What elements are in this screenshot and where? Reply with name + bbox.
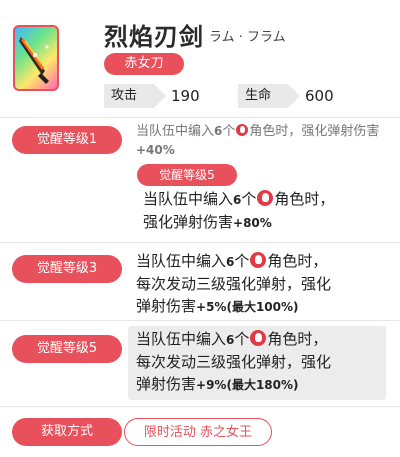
desc-text: 当队伍中编入	[136, 124, 215, 139]
weapon-subtitle: ラム · フラム	[209, 30, 286, 45]
desc-text: 角色时，强化弹射伤害	[249, 124, 380, 139]
desc-text: 角色时，	[267, 252, 328, 270]
flame-sword-icon	[19, 37, 49, 84]
stat-hp-label: 生命	[238, 84, 300, 108]
desc-text: 弹射伤害	[136, 297, 197, 315]
awakening-5-description: 当队伍中编入6个 角色时， 每次发动三级强化弹射，强化 弹射伤害+9%(最大180…	[136, 328, 386, 396]
desc-bonus: +40%	[136, 143, 175, 157]
desc-max: (最大180%)	[226, 378, 299, 392]
awakening-3-description: 当队伍中编入6个 角色时， 每次发动三级强化弹射，强化 弹射伤害+5%(最大100…	[136, 250, 392, 318]
desc-max: (最大100%)	[226, 300, 299, 314]
stat-attack-label: 攻击	[104, 84, 166, 108]
desc-text: 每次发动三级强化弹射，强化	[136, 353, 332, 371]
desc-text: 个	[222, 124, 236, 139]
weapon-name: 烈焰刃剑	[104, 23, 204, 51]
divider	[0, 242, 400, 243]
awakening-level-3-pill[interactable]: 觉醒等级3	[12, 255, 122, 283]
desc-text: 当队伍中编入	[136, 330, 227, 348]
desc-text: 个	[241, 190, 257, 208]
weapon-type-badge: 赤女刀	[104, 53, 184, 75]
fire-element-icon	[250, 330, 267, 346]
stat-attack-value: 190	[171, 87, 200, 105]
fire-element-icon	[236, 124, 249, 136]
stat-hp-value: 600	[305, 87, 334, 105]
desc-text: 当队伍中编入	[143, 190, 234, 208]
divider	[0, 406, 400, 407]
weapon-art	[13, 25, 59, 91]
awakening-5-sub-description: 当队伍中编入6个 角色时， 强化弹射伤害+80%	[143, 188, 383, 234]
weapon-header: 烈焰刃剑 ラム · フラム 赤女刀 攻击 190 生命 600	[0, 0, 400, 117]
fire-element-icon	[250, 252, 267, 268]
awakening-level-5-pill[interactable]: 觉醒等级5	[12, 335, 122, 363]
acquire-method-pill: 获取方式	[12, 418, 122, 446]
desc-bonus: +5%	[196, 300, 227, 314]
desc-text: 角色时，	[267, 330, 328, 348]
acquire-event-button[interactable]: 限时活动 赤之女王	[124, 418, 272, 446]
desc-text: 个	[234, 252, 250, 270]
desc-text: 弹射伤害	[136, 375, 197, 393]
divider	[0, 320, 400, 321]
desc-text: 当队伍中编入	[136, 252, 227, 270]
desc-text: 个	[234, 330, 250, 348]
desc-text: 强化弹射伤害	[143, 213, 234, 231]
desc-text: 角色时，	[274, 190, 335, 208]
desc-text: 每次发动三级强化弹射，强化	[136, 275, 332, 293]
awakening-1-description: 当队伍中编入6个 角色时，强化弹射伤害+40%	[136, 122, 392, 160]
fire-element-icon	[257, 190, 274, 206]
awakening-level-1-pill[interactable]: 觉醒等级1	[12, 126, 122, 154]
divider	[0, 117, 400, 118]
desc-bonus: +80%	[233, 216, 272, 230]
awakening-level-5-sub-pill[interactable]: 觉醒等级5	[137, 164, 237, 186]
desc-bonus: +9%	[196, 378, 227, 392]
